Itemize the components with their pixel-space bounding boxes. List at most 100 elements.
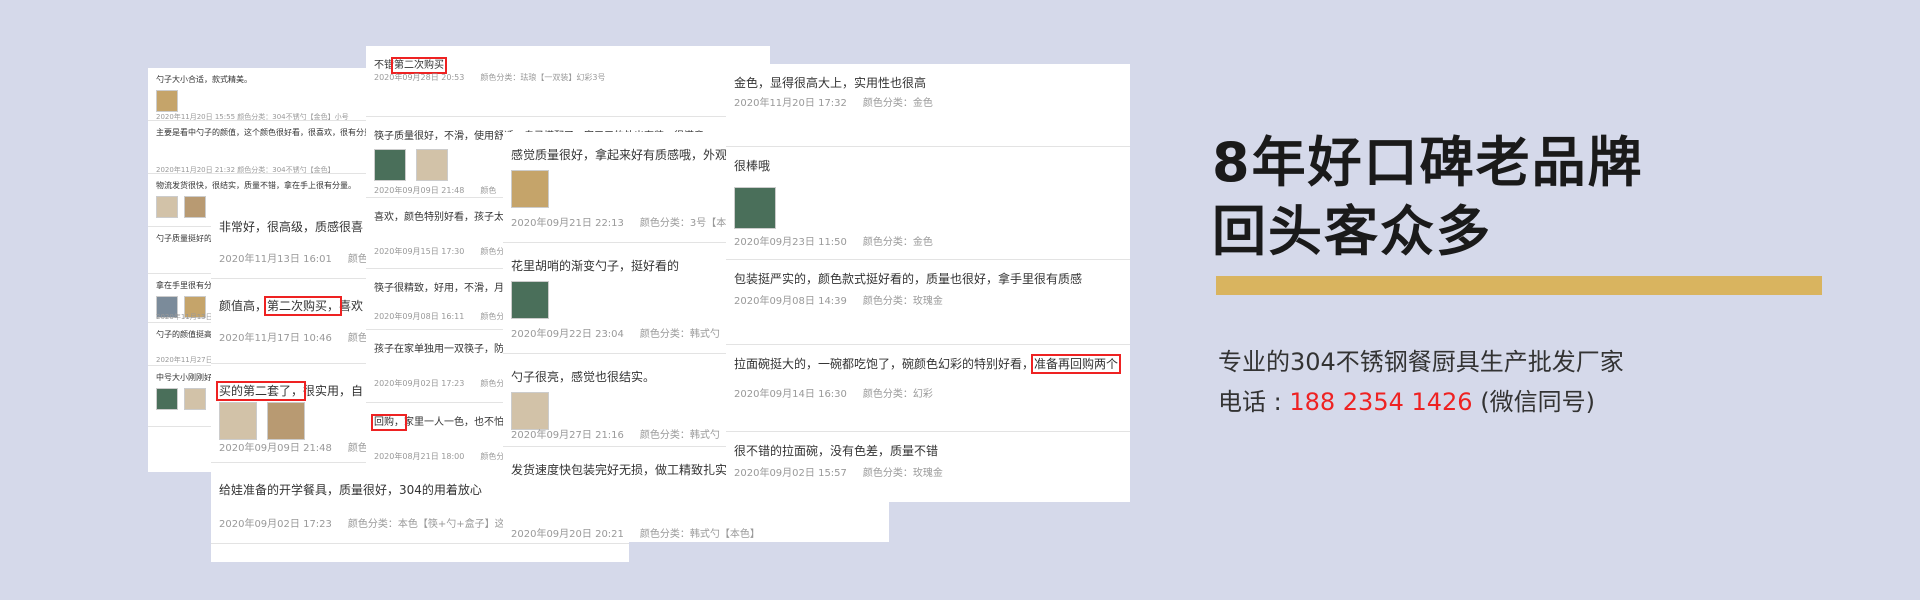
promo-title-line1: 8年好口碑老品牌	[1212, 131, 1644, 194]
review-card-bowls: 金色，显得很高大上，实用性也很高 2020年11月20日 17:32 颜色分类：金色…	[726, 64, 1130, 502]
review-photo-thumbnail[interactable]	[416, 149, 448, 181]
review-text-content: 感觉质量很好，拿起来好有质感哦，外观	[511, 148, 728, 162]
review-date: 2020年11月17日 10:46	[219, 333, 332, 344]
review-variant: 颜色	[480, 186, 497, 195]
review-text: 喜欢，颜色特别好看，孩子太	[374, 208, 504, 223]
review-text: 孩子在家单独用一双筷子，防	[374, 340, 504, 355]
review-text: 给娃准备的开学餐具，质量很好，304的用着放心	[219, 481, 482, 498]
review-date: 2020年09月08日 16:11	[374, 312, 465, 321]
review-text-post: 很实用，自	[303, 384, 364, 398]
promo-title-line2: 回头客众多	[1212, 200, 1492, 263]
review-variant: 颜色分类：3号【本色	[639, 218, 737, 229]
review-photo-thumbnail[interactable]	[184, 388, 206, 410]
review-meta: 2020年09月21日 22:13 颜色分类：3号【本色	[511, 214, 736, 229]
review-photo-thumbnail[interactable]	[156, 90, 178, 112]
review-text-content: 勺子大小合适，款式精美。	[156, 75, 252, 84]
review-variant: 颜色分	[480, 379, 505, 388]
review-row: 很不错的拉面碗，没有色差，质量不错 2020年09月02日 15:57 颜色分类：玫…	[726, 432, 1130, 502]
review-photo-thumbnail[interactable]	[184, 196, 206, 218]
review-meta: 2020年09月20日 20:21 颜色分类：韩式勺【本色】	[511, 525, 760, 540]
review-text-pre: 不错	[374, 60, 394, 71]
review-text: 勺子大小合适，款式精美。	[156, 74, 252, 85]
review-text: 感觉质量很好，拿起来好有质感哦，外观	[511, 146, 727, 163]
review-meta: 2020年09月02日 17:23 颜色分	[374, 378, 504, 389]
review-photo-thumbnail[interactable]	[374, 149, 406, 181]
repurchase-highlight: 第二次购买	[391, 57, 447, 74]
review-meta: 2020年09月08日 16:11 颜色分	[374, 311, 504, 322]
review-text-content: 筷子很精致，好用，不滑，月	[374, 283, 504, 294]
review-text-content: 勺子的颜值挺高	[156, 330, 212, 339]
review-meta: 2020年09月22日 23:04 颜色分类：韩式勺【本色】	[511, 325, 760, 340]
review-text: 物流发货很快，很结实，质量不错，拿在手上很有分量。	[156, 180, 356, 191]
review-meta: 2020年09月23日 11:50 颜色分类：金色	[734, 233, 933, 248]
review-date: 2020年09月09日 21:48	[219, 443, 332, 454]
review-photo-thumbnail[interactable]	[156, 388, 178, 410]
review-text: 不错第二次购买	[374, 56, 447, 74]
phone-number: 188 2354 1426	[1289, 388, 1473, 416]
review-photos	[374, 149, 448, 181]
review-photos	[734, 187, 776, 229]
review-text-content: 花里胡哨的渐变勺子，挺好看的	[511, 259, 680, 273]
review-variant: 颜色	[347, 254, 368, 265]
review-meta: 2020年08月21日 18:00 颜色分	[374, 451, 504, 462]
review-meta: 2020年09月02日 17:23 颜色分类：本色【筷+勺+盒子】这	[219, 515, 505, 530]
review-row: 很棒哦 2020年09月23日 11:50 颜色分类：金色	[726, 147, 1130, 260]
review-date: 2020年09月02日 17:23	[219, 519, 332, 530]
review-text-post: 喜欢	[339, 299, 364, 313]
review-text-content: 孩子在家单独用一双筷子，防	[374, 344, 504, 355]
review-text-content: 很不错的拉面碗，没有色差，质量不错	[734, 444, 939, 458]
review-date: 2020年08月21日 18:00	[374, 452, 465, 461]
review-photos	[219, 402, 305, 440]
repurchase-highlight: 准备再回购两个	[1031, 354, 1122, 374]
review-text: 金色，显得很高大上，实用性也很高	[734, 74, 926, 91]
review-photo-thumbnail[interactable]	[156, 196, 178, 218]
review-meta: 2020年11月13日	[156, 312, 213, 322]
review-photos	[511, 170, 549, 208]
review-date: 2020年09月21日 22:13	[511, 218, 624, 229]
review-date: 2020年11月13日	[156, 313, 213, 321]
review-date: 2020年09月14日 16:30	[734, 389, 847, 400]
review-text: 拉面碗挺大的，一碗都吃饱了，碗颜色幻彩的特别好看，准备再回购两个	[734, 354, 1122, 374]
review-meta: 2020年09月27日 21:16 颜色分类：韩式勺【本	[511, 426, 740, 441]
review-photo-thumbnail[interactable]	[511, 392, 549, 430]
review-text-pre: 颜值高，	[219, 299, 268, 313]
review-variant: 颜色分类：玫瑰金	[862, 468, 943, 479]
review-text-content: 金色，显得很高大上，实用性也很高	[734, 76, 927, 90]
review-row: 拉面碗挺大的，一碗都吃饱了，碗颜色幻彩的特别好看，准备再回购两个 2020年09月…	[726, 345, 1130, 432]
review-variant: 颜色分类：金色	[862, 98, 933, 109]
review-text: 花里胡哨的渐变勺子，挺好看的	[511, 257, 679, 274]
review-text: 筷子很精致，好用，不滑，月	[374, 279, 504, 294]
review-meta: 2020年09月02日 15:57 颜色分类：玫瑰金	[734, 464, 943, 479]
review-variant: 颜色分	[480, 247, 505, 256]
review-variant: 颜色分	[480, 312, 505, 321]
review-variant: 颜色分类：金色	[862, 237, 933, 248]
review-date: 2020年11月27日	[156, 356, 213, 364]
review-date: 2020年11月20日 17:32	[734, 98, 847, 109]
review-text-content: 发货速度快包装完好无损，做工精致扎实	[511, 463, 728, 477]
review-photos	[156, 196, 206, 218]
review-photo-thumbnail[interactable]	[267, 402, 305, 440]
review-variant: 颜色	[347, 333, 368, 344]
review-date: 2020年11月13日 16:01	[219, 254, 332, 265]
review-row: 主要是看中勺子的颜值，这个颜色很好看，很喜欢，很有分量。 2020年11月20日 …	[148, 121, 370, 174]
review-photo-thumbnail[interactable]	[219, 402, 257, 440]
review-date: 2020年09月02日 17:23	[374, 379, 465, 388]
review-photo-thumbnail[interactable]	[511, 281, 549, 319]
review-meta: 2020年09月09日 21:48 颜色	[374, 185, 496, 196]
review-row: 不错第二次购买 2020年09月28日 20:53 颜色分类：珐琅【一双装】幻彩3号	[366, 46, 770, 117]
promo-description: 专业的304不锈钢餐厨具生产批发厂家	[1218, 348, 1624, 376]
review-text-post: 家里一人一色，也不怕	[404, 417, 504, 428]
review-text-content: 喜欢，颜色特别好看，孩子太	[374, 212, 504, 223]
review-row: 包装挺严实的，颜色款式挺好看的，质量也很好，拿手里很有质感 2020年09月08日…	[726, 260, 1130, 345]
review-text-content: 非常好，很高级，质感很喜	[219, 220, 364, 234]
review-text-content: 很棒哦	[734, 159, 771, 173]
review-photos	[156, 90, 178, 112]
review-date: 2020年09月23日 11:50	[734, 237, 847, 248]
review-date: 2020年11月20日 15:55 颜色分类：304不锈勺【金色】小号	[156, 113, 349, 121]
review-text-content: 主要是看中勺子的颜值，这个颜色很好看，很喜欢，很有分量。	[156, 128, 370, 137]
review-meta: 2020年09月08日 14:39 颜色分类：玫瑰金	[734, 292, 943, 307]
review-meta: 2020年09月28日 20:53 颜色分类：珐琅【一双装】幻彩3号	[374, 72, 605, 83]
review-photo-thumbnail[interactable]	[734, 187, 776, 229]
review-photo-thumbnail[interactable]	[511, 170, 549, 208]
review-meta: 2020年11月17日 10:46 颜色	[219, 329, 368, 344]
